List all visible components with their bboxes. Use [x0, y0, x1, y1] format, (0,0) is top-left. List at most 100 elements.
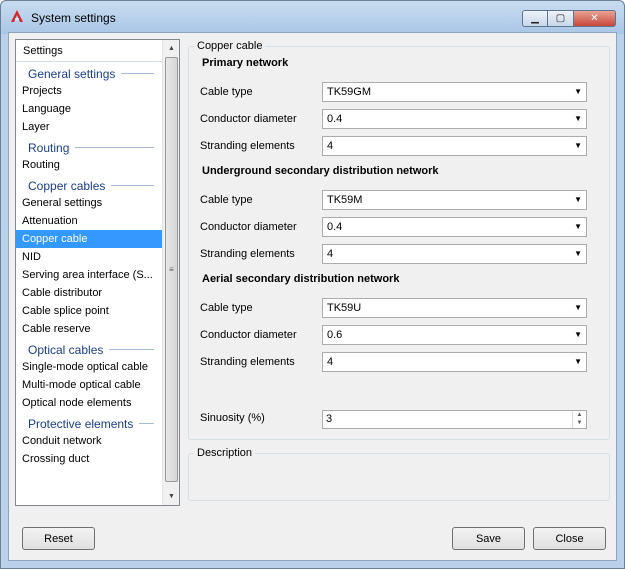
settings-tree-list: General settings Projects Language Layer Rou… [16, 62, 169, 468]
dropdown-arrow-icon[interactable]: ▼ [574, 195, 582, 204]
group-divider [75, 147, 154, 148]
field-label: Conductor diameter [200, 221, 297, 233]
dropdown-value: 4 [327, 356, 334, 368]
tree-item[interactable]: Projects [16, 82, 162, 100]
dropdown-value: 0.6 [327, 329, 343, 341]
group-divider [121, 73, 154, 74]
dropdown-select[interactable]: 4 ▼ [322, 352, 587, 372]
tree-group-label: Routing [28, 140, 70, 155]
tree-group-label: General settings [28, 66, 116, 81]
vertical-scrollbar[interactable]: ▲ ≡ ▼ [162, 40, 179, 505]
dropdown-arrow-icon[interactable]: ▼ [574, 114, 582, 123]
field-label: Cable type [200, 194, 253, 206]
dropdown-arrow-icon[interactable]: ▼ [574, 141, 582, 150]
dropdown-value: 0.4 [327, 113, 343, 125]
autocad-app-icon [11, 10, 23, 22]
dropdown-value: 4 [327, 248, 334, 260]
tree-group-heading: General settings [16, 62, 162, 82]
spin-up-icon[interactable]: ▲ [573, 411, 586, 419]
window-title: System settings [31, 11, 116, 25]
dropdown-arrow-icon[interactable]: ▼ [574, 222, 582, 231]
dropdown-select[interactable]: 0.4 ▼ [322, 109, 587, 129]
tree-item[interactable]: Cable distributor [16, 284, 162, 302]
settings-tree: Settings General settings Projects Languag… [15, 39, 180, 506]
dropdown-value: TK59M [327, 194, 363, 206]
dropdown-select[interactable]: 4 ▼ [322, 244, 587, 264]
scroll-up-icon[interactable]: ▲ [163, 40, 180, 57]
window-controls: ▁ ▢ ✕ [522, 10, 616, 28]
tree-group-heading: Optical cables [16, 338, 162, 358]
dropdown-value: 0.4 [327, 221, 343, 233]
dialog-client-area: Settings General settings Projects Languag… [8, 32, 617, 561]
dropdown-arrow-icon[interactable]: ▼ [574, 330, 582, 339]
close-button[interactable]: Close [533, 527, 606, 550]
tree-item[interactable]: Conduit network [16, 432, 162, 450]
settings-window: System settings ▁ ▢ ✕ Settings General s… [0, 0, 625, 569]
field-label: Cable type [200, 302, 253, 314]
section-heading: Aerial secondary distribution network [202, 273, 400, 285]
scroll-down-icon[interactable]: ▼ [163, 488, 180, 505]
field-label: Conductor diameter [200, 113, 297, 125]
minimize-button[interactable]: ▁ [522, 10, 548, 27]
dropdown-select[interactable]: TK59M ▼ [322, 190, 587, 210]
sinuosity-label: Sinuosity (%) [200, 412, 265, 424]
tree-item[interactable]: Routing [16, 156, 162, 174]
scrollbar-thumb[interactable]: ≡ [165, 57, 178, 482]
sinuosity-input[interactable]: 3 ▲ ▼ [322, 410, 587, 429]
dropdown-value: TK59GM [327, 86, 372, 98]
tree-item[interactable]: Layer [16, 118, 162, 136]
field-label: Cable type [200, 86, 253, 98]
save-button[interactable]: Save [452, 527, 525, 550]
tree-item[interactable]: Serving area interface (S... [16, 266, 162, 284]
dropdown-value: TK59U [327, 302, 362, 314]
tree-item[interactable]: Single-mode optical cable [16, 358, 162, 376]
tree-item[interactable]: NID [16, 248, 162, 266]
group-divider [139, 423, 154, 424]
dropdown-select[interactable]: TK59U ▼ [322, 298, 587, 318]
close-window-button[interactable]: ✕ [574, 10, 616, 27]
section-heading: Primary network [202, 57, 289, 69]
tree-group-heading: Routing [16, 136, 162, 156]
section-heading: Underground secondary distribution netwo… [202, 165, 439, 177]
dropdown-select[interactable]: 4 ▼ [322, 136, 587, 156]
tree-item[interactable]: Optical node elements [16, 394, 162, 412]
description-box [188, 453, 610, 501]
spin-down-icon[interactable]: ▼ [573, 419, 586, 427]
grip-icon: ≡ [169, 265, 174, 274]
reset-button[interactable]: Reset [22, 527, 95, 550]
dropdown-select[interactable]: 0.6 ▼ [322, 325, 587, 345]
description-legend: Description [194, 447, 256, 459]
dropdown-select[interactable]: TK59GM ▼ [322, 82, 587, 102]
tree-item-selected[interactable]: Copper cable [16, 230, 169, 248]
dropdown-arrow-icon[interactable]: ▼ [574, 249, 582, 258]
minimize-icon: ▁ [531, 13, 539, 24]
field-label: Conductor diameter [200, 329, 297, 341]
tree-item[interactable]: Cable reserve [16, 320, 162, 338]
settings-tree-header: Settings [16, 40, 162, 62]
sinuosity-stepper[interactable]: ▲ ▼ [572, 411, 586, 428]
sinuosity-value: 3 [326, 413, 333, 425]
tree-item[interactable]: Cable splice point [16, 302, 162, 320]
tree-item[interactable]: Attenuation [16, 212, 162, 230]
tree-item[interactable]: Language [16, 100, 162, 118]
tree-group-label: Copper cables [28, 178, 106, 193]
dropdown-arrow-icon[interactable]: ▼ [574, 303, 582, 312]
tree-group-heading: Protective elements [16, 412, 162, 432]
dropdown-arrow-icon[interactable]: ▼ [574, 87, 582, 96]
field-label: Stranding elements [200, 140, 295, 152]
group-divider [111, 185, 154, 186]
tree-item[interactable]: General settings [16, 194, 162, 212]
maximize-button[interactable]: ▢ [548, 10, 574, 27]
maximize-icon: ▢ [555, 13, 566, 24]
copper-cable-group [188, 46, 610, 440]
tree-item[interactable]: Multi-mode optical cable [16, 376, 162, 394]
tree-group-label: Optical cables [28, 342, 104, 357]
group-divider [109, 349, 154, 350]
dropdown-value: 4 [327, 140, 334, 152]
title-bar[interactable]: System settings ▁ ▢ ✕ [1, 1, 624, 34]
dropdown-arrow-icon[interactable]: ▼ [574, 357, 582, 366]
tree-item[interactable]: Crossing duct [16, 450, 162, 468]
tree-group-label: Protective elements [28, 416, 134, 431]
group-legend: Copper cable [194, 40, 266, 52]
dropdown-select[interactable]: 0.4 ▼ [322, 217, 587, 237]
